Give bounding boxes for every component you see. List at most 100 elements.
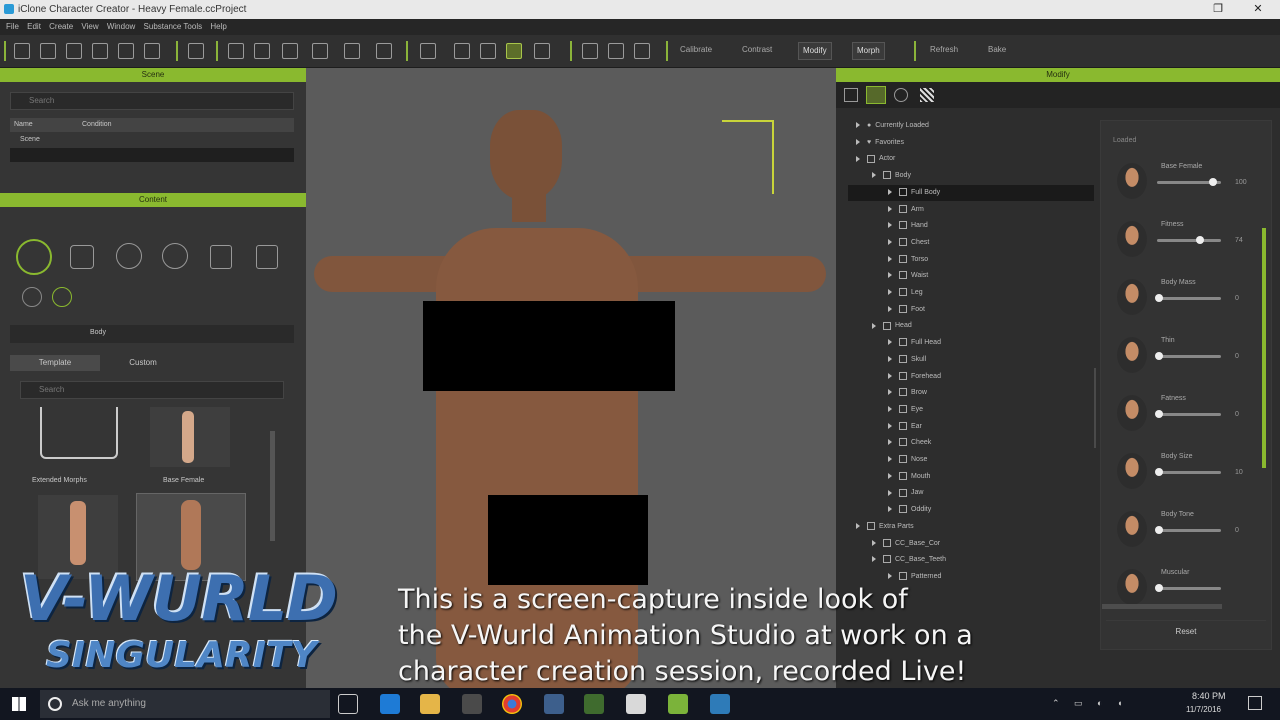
- expand-arrow-icon[interactable]: [888, 272, 892, 279]
- contrast-button[interactable]: Contrast: [742, 45, 772, 54]
- tree-scrollbar[interactable]: [1094, 368, 1096, 448]
- grid-view-icon[interactable]: [480, 43, 496, 59]
- expand-arrow-icon[interactable]: [872, 539, 876, 546]
- param-value[interactable]: 0: [1235, 411, 1239, 418]
- param-slider[interactable]: [1155, 526, 1221, 534]
- slider-knob[interactable]: [1195, 236, 1204, 244]
- expand-arrow-icon[interactable]: [888, 188, 892, 195]
- app-icon-2[interactable]: [710, 694, 730, 714]
- scale-icon[interactable]: [376, 43, 392, 59]
- checkbox-icon[interactable]: [899, 505, 907, 514]
- checkbox-icon[interactable]: [899, 354, 907, 363]
- base-female-thumbnail[interactable]: [150, 407, 230, 467]
- param-slider[interactable]: [1157, 236, 1221, 244]
- expand-arrow-icon[interactable]: [888, 472, 892, 479]
- bake-button[interactable]: Bake: [988, 45, 1006, 54]
- tree-item-arm[interactable]: Arm: [848, 202, 1094, 218]
- breadcrumb-body[interactable]: Body: [90, 329, 106, 336]
- menu-create[interactable]: Create: [49, 22, 73, 31]
- tree-item-skull[interactable]: Skull: [848, 352, 1094, 368]
- expand-arrow-icon[interactable]: [856, 138, 860, 145]
- edge-icon[interactable]: [380, 694, 400, 714]
- notifications-icon[interactable]: [1248, 696, 1262, 710]
- texture-tab-icon[interactable]: [920, 88, 934, 102]
- tree-item-full-body[interactable]: Full Body: [848, 184, 1094, 201]
- select-icon[interactable]: [282, 43, 298, 59]
- tree-item-mouth[interactable]: Mouth: [848, 469, 1094, 485]
- camera-up-icon[interactable]: [582, 43, 598, 59]
- character-creator-icon[interactable]: [584, 694, 604, 714]
- params-scrollbar[interactable]: [1262, 228, 1266, 468]
- slider-knob[interactable]: [1155, 352, 1163, 360]
- checkbox-icon[interactable]: [899, 221, 907, 230]
- checkbox-icon[interactable]: [883, 555, 891, 564]
- expand-arrow-icon[interactable]: [888, 355, 892, 362]
- save-icon[interactable]: [66, 43, 82, 59]
- tree-item-torso[interactable]: Torso: [848, 252, 1094, 268]
- checkbox-icon[interactable]: [899, 438, 907, 447]
- checkbox-icon[interactable]: [899, 388, 907, 397]
- undo-icon[interactable]: [228, 43, 244, 59]
- slider-knob[interactable]: [1155, 294, 1163, 302]
- extended-morphs-folder-icon[interactable]: [40, 407, 118, 459]
- move-icon[interactable]: [312, 43, 328, 59]
- content-scrollbar[interactable]: [270, 431, 275, 541]
- figure-category-icon[interactable]: [22, 287, 42, 307]
- tree-item-nose[interactable]: Nose: [848, 452, 1094, 468]
- slider-knob[interactable]: [1209, 178, 1217, 186]
- tree-item-favorites[interactable]: ♥ Favorites: [848, 135, 1094, 151]
- cortana-search[interactable]: Ask me anything: [40, 690, 330, 718]
- tree-item-forehead[interactable]: Forehead: [848, 369, 1094, 385]
- checkbox-icon[interactable]: [883, 171, 891, 180]
- expand-arrow-icon[interactable]: [856, 155, 860, 162]
- checkbox-icon[interactable]: [899, 238, 907, 247]
- export-fbx-icon[interactable]: [144, 43, 160, 59]
- param-slider[interactable]: [1157, 178, 1221, 186]
- tree-item-leg[interactable]: Leg: [848, 285, 1094, 301]
- tree-item-extra-parts[interactable]: Extra Parts: [848, 519, 1094, 535]
- param-value[interactable]: 0: [1235, 527, 1239, 534]
- tree-item-eye[interactable]: Eye: [848, 402, 1094, 418]
- checkbox-icon[interactable]: [899, 254, 907, 263]
- modify-button[interactable]: Modify: [798, 42, 832, 60]
- wireframe-icon[interactable]: [506, 43, 522, 59]
- content-search-input[interactable]: Search: [20, 381, 284, 399]
- render-mode-icon[interactable]: [534, 43, 550, 59]
- expand-arrow-icon[interactable]: [888, 239, 892, 246]
- tree-item-full-head[interactable]: Full Head: [848, 335, 1094, 351]
- split-view-icon[interactable]: [454, 43, 470, 59]
- app-icon-1[interactable]: [544, 694, 564, 714]
- slider-knob[interactable]: [1155, 468, 1163, 476]
- menu-edit[interactable]: Edit: [27, 22, 41, 31]
- expand-arrow-icon[interactable]: [872, 172, 876, 179]
- expand-arrow-icon[interactable]: [856, 522, 860, 529]
- param-value[interactable]: 0: [1235, 353, 1239, 360]
- expand-arrow-icon[interactable]: [872, 556, 876, 563]
- tree-item-hand[interactable]: Hand: [848, 218, 1094, 234]
- redo-icon[interactable]: [254, 43, 270, 59]
- slider-knob[interactable]: [1155, 526, 1163, 534]
- character-icon[interactable]: [188, 43, 204, 59]
- tree-item-currently-loaded[interactable]: ● Currently Loaded: [848, 118, 1094, 134]
- tree-item-foot[interactable]: Foot: [848, 302, 1094, 318]
- expand-arrow-icon[interactable]: [872, 322, 876, 329]
- checkbox-icon[interactable]: [899, 204, 907, 213]
- tree-item-oddity[interactable]: Oddity: [848, 502, 1094, 518]
- col-condition[interactable]: Condition: [82, 121, 112, 128]
- expand-arrow-icon[interactable]: [888, 389, 892, 396]
- checkbox-icon[interactable]: [883, 321, 891, 330]
- reset-button[interactable]: Reset: [1106, 620, 1266, 642]
- expand-arrow-icon[interactable]: [888, 422, 892, 429]
- expand-arrow-icon[interactable]: [888, 305, 892, 312]
- param-slider[interactable]: [1155, 584, 1221, 592]
- checkbox-icon[interactable]: [899, 304, 907, 313]
- checkbox-icon[interactable]: [899, 338, 907, 347]
- checkbox-icon[interactable]: [899, 271, 907, 280]
- checkbox-icon[interactable]: [867, 154, 875, 163]
- tree-item-brow[interactable]: Brow: [848, 385, 1094, 401]
- tree-item-actor[interactable]: Actor: [848, 151, 1094, 167]
- checkbox-icon[interactable]: [899, 405, 907, 414]
- task-view-icon[interactable]: [338, 694, 358, 714]
- expand-arrow-icon[interactable]: [888, 339, 892, 346]
- param-slider[interactable]: [1155, 410, 1221, 418]
